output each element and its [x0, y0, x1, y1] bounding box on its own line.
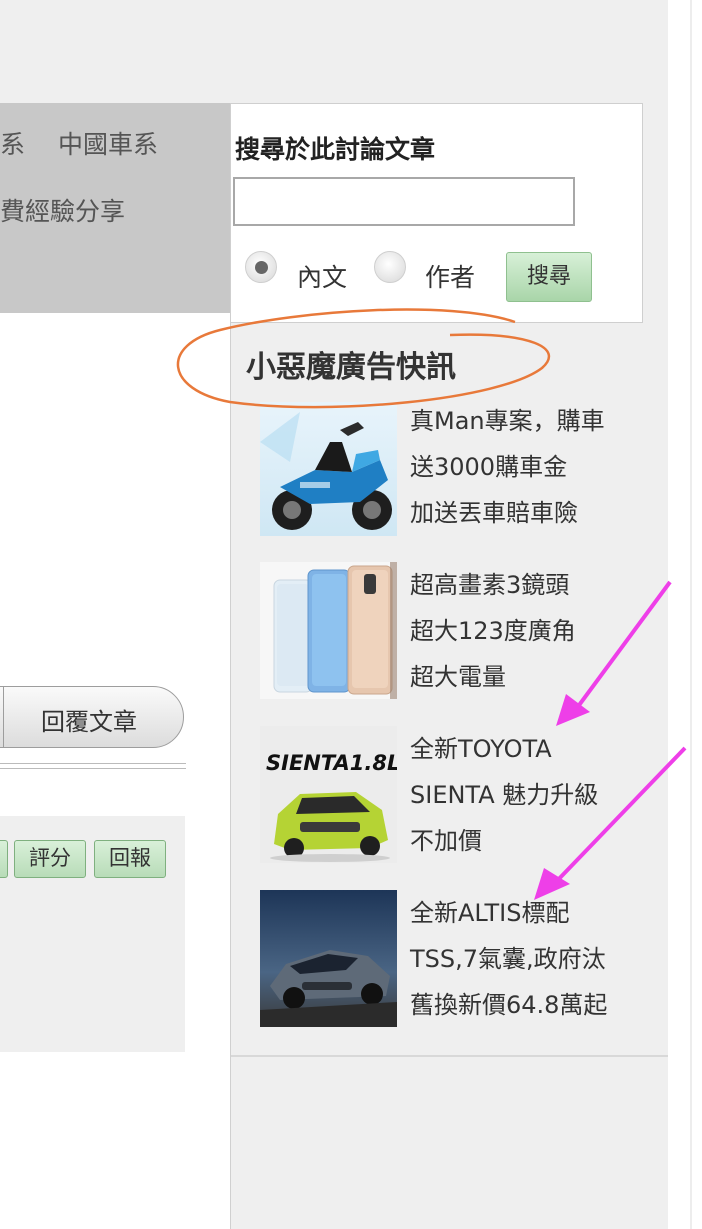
ad-line: 送3000購車金 — [410, 453, 568, 481]
reply-button-label: 回覆文章 — [41, 708, 137, 736]
ads-divider — [231, 1055, 668, 1057]
reply-button[interactable]: 回覆文章 — [0, 686, 184, 748]
rate-button[interactable]: 評分 — [14, 840, 86, 878]
ad-item[interactable]: 真Man專案，購車 送3000購車金 加送丟車賠車險 — [260, 398, 660, 538]
ad-line: 加送丟車賠車險 — [410, 499, 578, 527]
ad-line: 舊換新價64.8萬起 — [410, 991, 608, 1019]
ad-item[interactable]: SIENTA1.8L 全新TOYOTA SIENTA 魅力升級 不加價 — [260, 726, 660, 866]
main-content — [0, 313, 230, 1229]
divider — [0, 768, 186, 769]
search-input[interactable] — [233, 177, 575, 226]
ad-line: 不加價 — [410, 827, 482, 855]
ad-text[interactable]: 全新TOYOTA SIENTA 魅力升級 不加價 — [410, 726, 598, 864]
ad-line: 全新TOYOTA — [410, 735, 552, 763]
sienta-car-thumbnail[interactable]: SIENTA1.8L — [260, 726, 397, 863]
nav-link-china-cars[interactable]: 中國車系 — [58, 125, 158, 161]
button-divider — [3, 687, 4, 747]
nav-link-partial[interactable]: 系 — [0, 125, 25, 161]
ad-line: 超大電量 — [410, 663, 506, 691]
scrollbar-track[interactable] — [668, 0, 702, 1229]
category-nav: 系 中國車系 費經驗分享 — [0, 103, 230, 313]
ad-line: 全新ALTIS標配 — [410, 899, 570, 927]
nav-link-experience-share[interactable]: 費經驗分享 — [0, 192, 125, 228]
ads-title: 小惡魔廣告快訊 — [246, 350, 456, 385]
radio-content[interactable] — [245, 251, 277, 283]
report-button[interactable]: 回報 — [94, 840, 166, 878]
smartphones-thumbnail[interactable] — [260, 562, 397, 699]
radio-author-label[interactable]: 作者 — [425, 258, 475, 294]
ad-line: TSS,7氣囊,政府汰 — [410, 945, 606, 973]
search-button[interactable]: 搜尋 — [506, 252, 592, 302]
ad-line: SIENTA 魅力升級 — [410, 781, 599, 809]
scrollbar-line — [690, 0, 692, 1229]
altis-car-thumbnail[interactable] — [260, 890, 397, 1027]
radio-selected-dot — [255, 261, 268, 274]
search-title: 搜尋於此討論文章 — [235, 135, 436, 164]
ad-line: 超高畫素3鏡頭 — [410, 571, 570, 599]
ad-item[interactable]: 超高畫素3鏡頭 超大123度廣角 超大電量 — [260, 562, 660, 702]
radio-content-label[interactable]: 內文 — [297, 258, 347, 294]
ad-line: 超大123度廣角 — [410, 617, 576, 645]
ad-text[interactable]: 真Man專案，購車 送3000購車金 加送丟車賠車險 — [410, 398, 605, 536]
ad-text[interactable]: 超高畫素3鏡頭 超大123度廣角 超大電量 — [410, 562, 576, 700]
ad-image-text: SIENTA1.8L — [266, 751, 397, 775]
toolbar-button-partial[interactable] — [0, 840, 8, 878]
radio-author[interactable] — [374, 251, 406, 283]
ad-item[interactable]: 全新ALTIS標配 TSS,7氣囊,政府汰 舊換新價64.8萬起 — [260, 890, 660, 1030]
scooter-thumbnail[interactable] — [260, 402, 397, 536]
divider — [0, 763, 186, 764]
ad-line: 真Man專案，購車 — [410, 407, 605, 435]
ad-text[interactable]: 全新ALTIS標配 TSS,7氣囊,政府汰 舊換新價64.8萬起 — [410, 890, 607, 1028]
